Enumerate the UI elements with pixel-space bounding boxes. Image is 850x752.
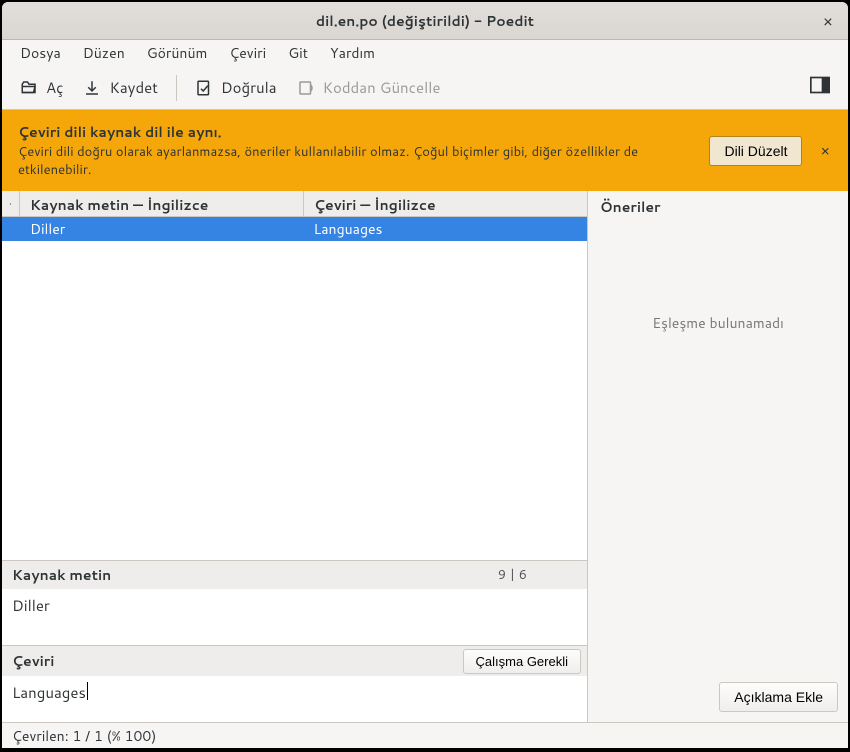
text-cursor: [87, 682, 88, 700]
source-text-display: Diller: [2, 589, 587, 645]
window-close-button[interactable]: ×: [818, 11, 838, 31]
main-column: · Kaynak metin — İngilizce Çeviri — İngi…: [2, 191, 588, 722]
menu-file[interactable]: Dosya: [10, 40, 71, 66]
translation-panel-header: Çeviri Çalışma Gerekli: [2, 646, 587, 676]
check-document-icon: [195, 79, 213, 97]
source-text-panel: Kaynak metin 9 | 6 Diller: [2, 560, 587, 645]
source-panel-title: Kaynak metin: [12, 565, 111, 585]
toolbar-separator: [176, 75, 177, 101]
suggestions-empty-state: Eşleşme bulunamadı: [588, 223, 848, 672]
translation-list[interactable]: Diller Languages: [2, 217, 587, 560]
suggestions-title: Öneriler: [588, 191, 848, 223]
folder-open-icon: [20, 79, 38, 97]
menu-edit[interactable]: Düzen: [73, 40, 135, 66]
app-window: dil.en.po (değiştirildi) - Poedit × Dosy…: [2, 2, 848, 748]
save-download-icon: [83, 79, 101, 97]
menu-go[interactable]: Git: [278, 40, 318, 66]
warning-bar: Çeviri dili kaynak dil ile aynı. Çeviri …: [2, 110, 848, 191]
save-label: Kaydet: [109, 77, 157, 98]
refresh-code-icon: [297, 79, 315, 97]
toolbar: Aç Kaydet Doğrula Koddan Güncelle: [2, 66, 848, 110]
update-from-code-button: Koddan Güncelle: [287, 71, 451, 104]
warning-title: Çeviri dili kaynak dil ile aynı.: [18, 122, 693, 142]
validate-button[interactable]: Doğrula: [185, 71, 287, 104]
update-from-code-label: Koddan Güncelle: [323, 77, 441, 98]
menu-help[interactable]: Yardım: [320, 40, 385, 66]
open-label: Aç: [46, 77, 63, 98]
validate-label: Doğrula: [221, 77, 277, 98]
window-title: dil.en.po (değiştirildi) - Poedit: [316, 11, 534, 31]
translation-panel: Çeviri Çalışma Gerekli Languages: [2, 645, 587, 722]
needs-work-toggle[interactable]: Çalışma Gerekli: [463, 649, 581, 674]
row-translation-cell: Languages: [304, 219, 588, 239]
close-icon: ×: [823, 10, 833, 33]
translation-column-header[interactable]: Çeviri — İngilizce: [304, 191, 587, 216]
source-column-header[interactable]: Kaynak metin — İngilizce: [20, 191, 304, 216]
translation-panel-title: Çeviri: [12, 651, 54, 671]
menu-translate[interactable]: Çeviri: [219, 40, 276, 66]
menu-view[interactable]: Görünüm: [137, 40, 218, 66]
translation-list-header: · Kaynak metin — İngilizce Çeviri — İngi…: [2, 191, 587, 217]
close-icon: ×: [820, 140, 830, 161]
menubar: Dosya Düzen Görünüm Çeviri Git Yardım: [2, 40, 848, 66]
sidebar-footer: Açıklama Ekle: [588, 672, 848, 722]
status-translated-count: Çevrilen: 1 / 1 (% 100): [12, 726, 156, 746]
sidebar-toggle-icon: [810, 76, 830, 99]
statusbar: Çevrilen: 1 / 1 (% 100): [2, 722, 848, 748]
row-source-cell: Diller: [20, 219, 304, 239]
content-area: · Kaynak metin — İngilizce Çeviri — İngi…: [2, 191, 848, 722]
add-note-button[interactable]: Açıklama Ekle: [719, 682, 838, 712]
fix-language-button[interactable]: Dili Düzelt: [709, 136, 802, 166]
open-button[interactable]: Aç: [10, 71, 73, 104]
table-row[interactable]: Diller Languages: [2, 217, 587, 241]
suggestions-sidebar: Öneriler Eşleşme bulunamadı Açıklama Ekl…: [588, 191, 848, 722]
warning-close-button[interactable]: ×: [818, 140, 832, 161]
save-button[interactable]: Kaydet: [73, 71, 167, 104]
translation-input[interactable]: Languages: [2, 676, 587, 722]
source-counter: 9 | 6: [498, 566, 577, 584]
status-column-header[interactable]: ·: [2, 191, 20, 216]
warning-text: Çeviri dili kaynak dil ile aynı. Çeviri …: [18, 122, 693, 179]
titlebar: dil.en.po (değiştirildi) - Poedit ×: [2, 2, 848, 40]
translation-input-text: Languages: [12, 682, 86, 703]
source-panel-header: Kaynak metin 9 | 6: [2, 561, 587, 589]
toggle-sidebar-button[interactable]: [800, 70, 840, 105]
warning-description: Çeviri dili doğru olarak ayarlanmazsa, ö…: [18, 144, 693, 179]
